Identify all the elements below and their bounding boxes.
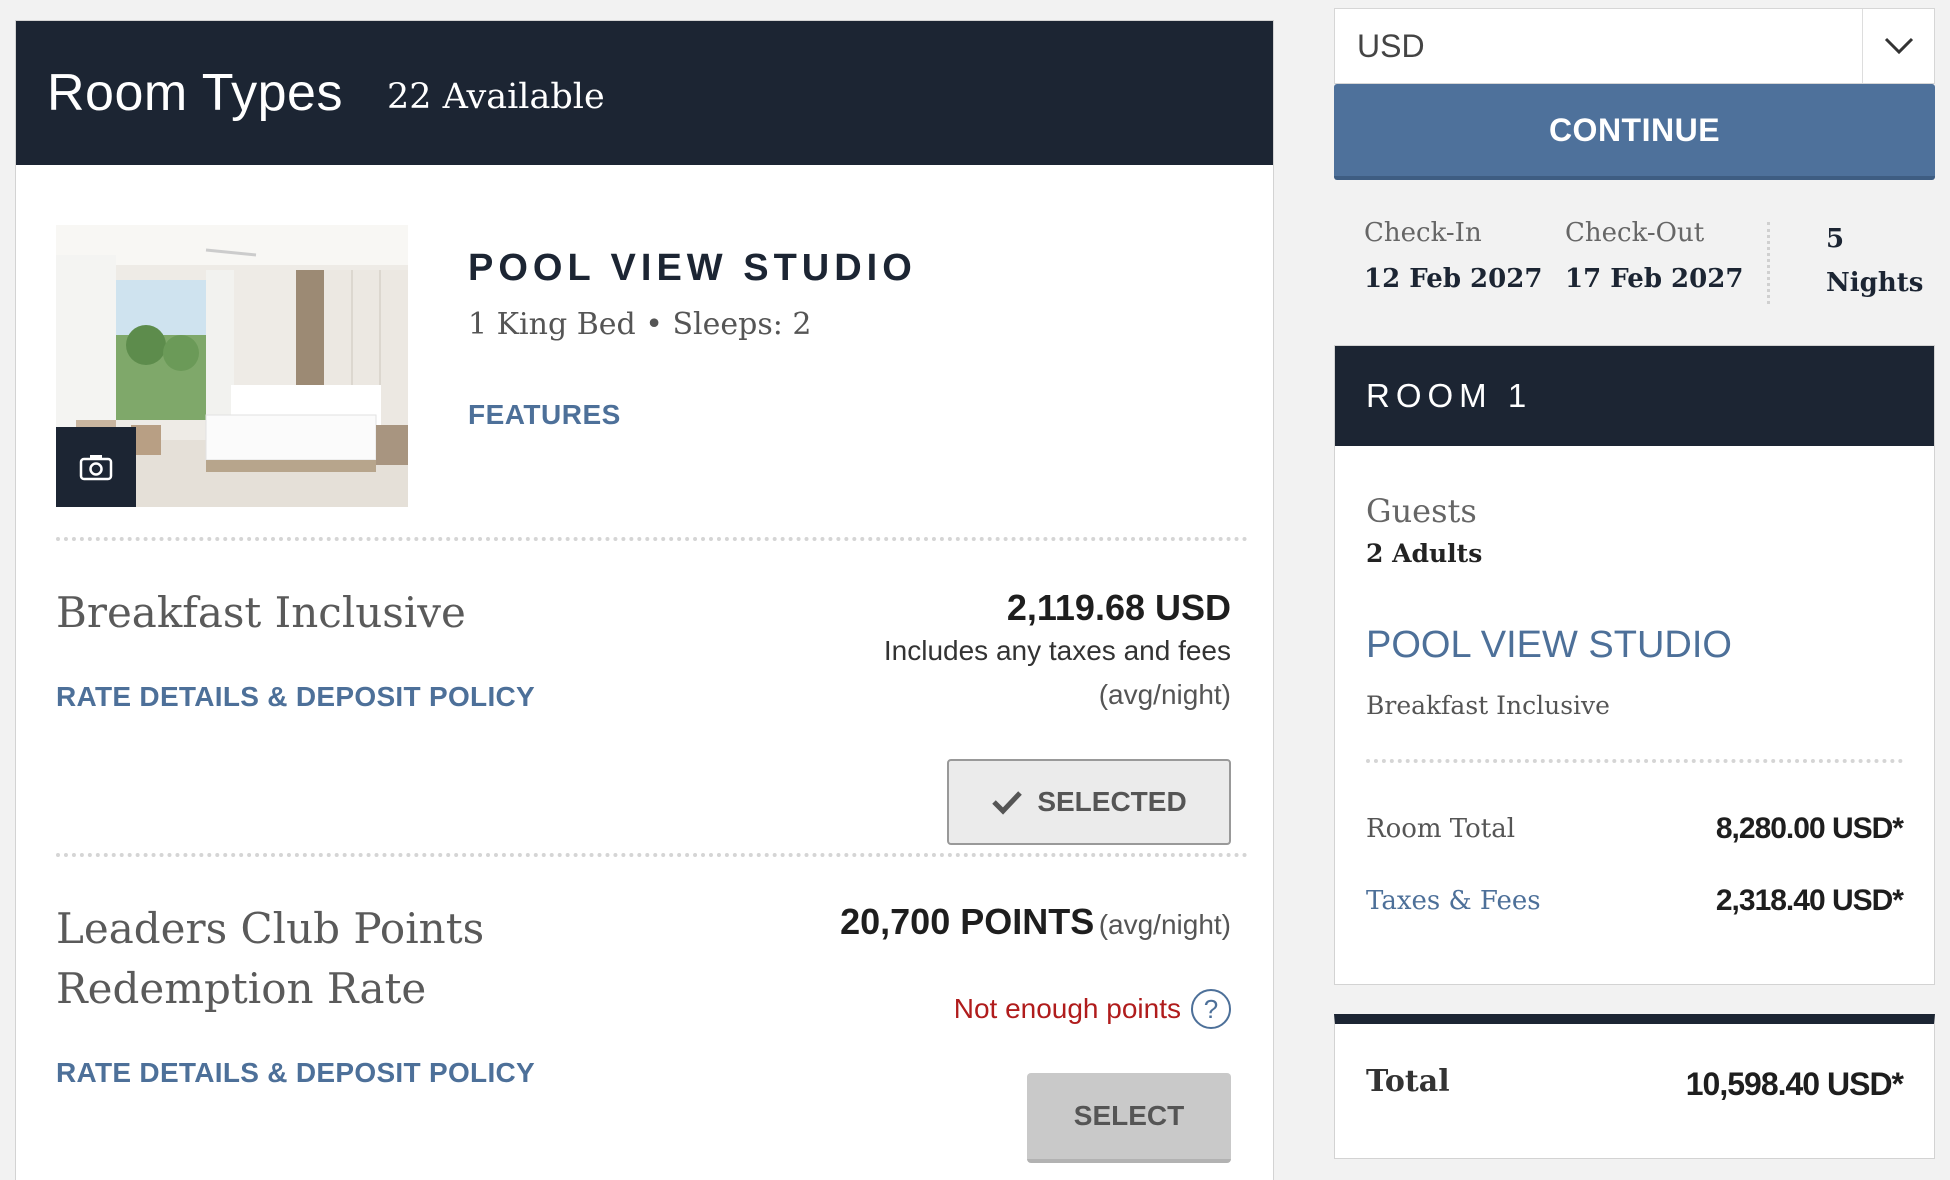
check-out-label: Check-Out: [1565, 218, 1705, 248]
currency-select[interactable]: USD: [1334, 8, 1935, 84]
nights: 5 Nights: [1826, 224, 1923, 298]
room-total-value: 8,280.00 USD*: [1715, 812, 1904, 845]
room-summary: ROOM 1 Guests 2 Adults POOL VIEW STUDIO …: [1334, 345, 1935, 985]
nights-label: Nights: [1826, 268, 1924, 298]
photo-gallery-button[interactable]: [56, 427, 136, 507]
selected-button-label: SELECTED: [1037, 786, 1187, 817]
chevron-down-icon: [1862, 9, 1934, 83]
features-link[interactable]: FEATURES: [468, 399, 621, 431]
currency-value: USD: [1357, 27, 1425, 64]
check-out: Check-Out 17 Feb 2027: [1565, 218, 1743, 294]
room-types-header: Room Types 22 Available: [16, 21, 1273, 165]
rate-price-1: 2,119.68 USD Includes any taxes and fees…: [884, 587, 1231, 717]
rate-name-breakfast: Breakfast Inclusive: [56, 588, 466, 637]
guests-label: Guests: [1366, 492, 1477, 530]
points-amount: 20,700 POINTS: [840, 901, 1095, 942]
available-count: 22 Available: [386, 77, 605, 117]
rate-details-link-1[interactable]: RATE DETAILS & DEPOSIT POLICY: [56, 681, 535, 713]
summary-rate-name: Breakfast Inclusive: [1366, 691, 1610, 720]
rate-name-line-2: Redemption Rate: [56, 964, 427, 1013]
continue-button[interactable]: CONTINUE: [1334, 84, 1935, 180]
taxes-fees-link[interactable]: Taxes & Fees: [1366, 886, 1541, 916]
room-summary-title: ROOM 1: [1335, 346, 1934, 446]
total-value: 10,598.40 USD*: [1685, 1066, 1904, 1102]
rate-name-points: Leaders Club Points Redemption Rate: [56, 899, 484, 1019]
guests-value: 2 Adults: [1366, 539, 1483, 568]
price-amount: 2,119.68 USD: [1006, 587, 1231, 628]
rate-name-line-1: Leaders Club Points: [56, 904, 485, 953]
room-bed-sleeps: 1 King Bed • Sleeps: 2: [468, 307, 812, 342]
summary-room-name[interactable]: POOL VIEW STUDIO: [1366, 624, 1732, 667]
total-label: Total: [1366, 1064, 1450, 1099]
taxes-fees-value: 2,318.40 USD*: [1715, 884, 1904, 917]
selected-button[interactable]: SELECTED: [947, 759, 1231, 845]
room-photo[interactable]: [56, 225, 408, 507]
check-icon: [992, 791, 1023, 815]
total-summary: Total 10,598.40 USD*: [1334, 1014, 1935, 1159]
check-in-label: Check-In: [1364, 218, 1482, 248]
room-separator: [56, 537, 1248, 541]
rate-details-link-2[interactable]: RATE DETAILS & DEPOSIT POLICY: [56, 1057, 535, 1089]
room-total-label: Room Total: [1366, 814, 1516, 844]
check-in-date: 12 Feb 2027: [1364, 264, 1543, 294]
price-taxes-note: Includes any taxes and fees: [883, 635, 1231, 666]
not-enough-points-text: Not enough points: [953, 993, 1181, 1024]
rate-price-2: 20,700 POINTS (avg/night): [840, 901, 1231, 943]
not-enough-points: Not enough points ?: [954, 989, 1231, 1029]
check-out-date: 17 Feb 2027: [1565, 264, 1744, 294]
help-icon[interactable]: ?: [1191, 989, 1231, 1029]
check-in: Check-In 12 Feb 2027: [1364, 218, 1542, 294]
room-types-panel: Room Types 22 Available POOL VIEW STUDIO…: [15, 20, 1274, 1180]
camera-icon: [79, 455, 113, 481]
select-button[interactable]: SELECT: [1027, 1073, 1231, 1163]
room-name: POOL VIEW STUDIO: [468, 247, 917, 289]
room-types-title: Room Types: [47, 64, 343, 122]
price-unit: (avg/night): [1098, 679, 1231, 710]
nights-count: 5: [1826, 224, 1845, 254]
points-unit: (avg/night): [1098, 909, 1231, 940]
summary-separator: [1366, 759, 1903, 763]
stay-divider: [1767, 222, 1770, 304]
rate-separator: [56, 853, 1248, 857]
